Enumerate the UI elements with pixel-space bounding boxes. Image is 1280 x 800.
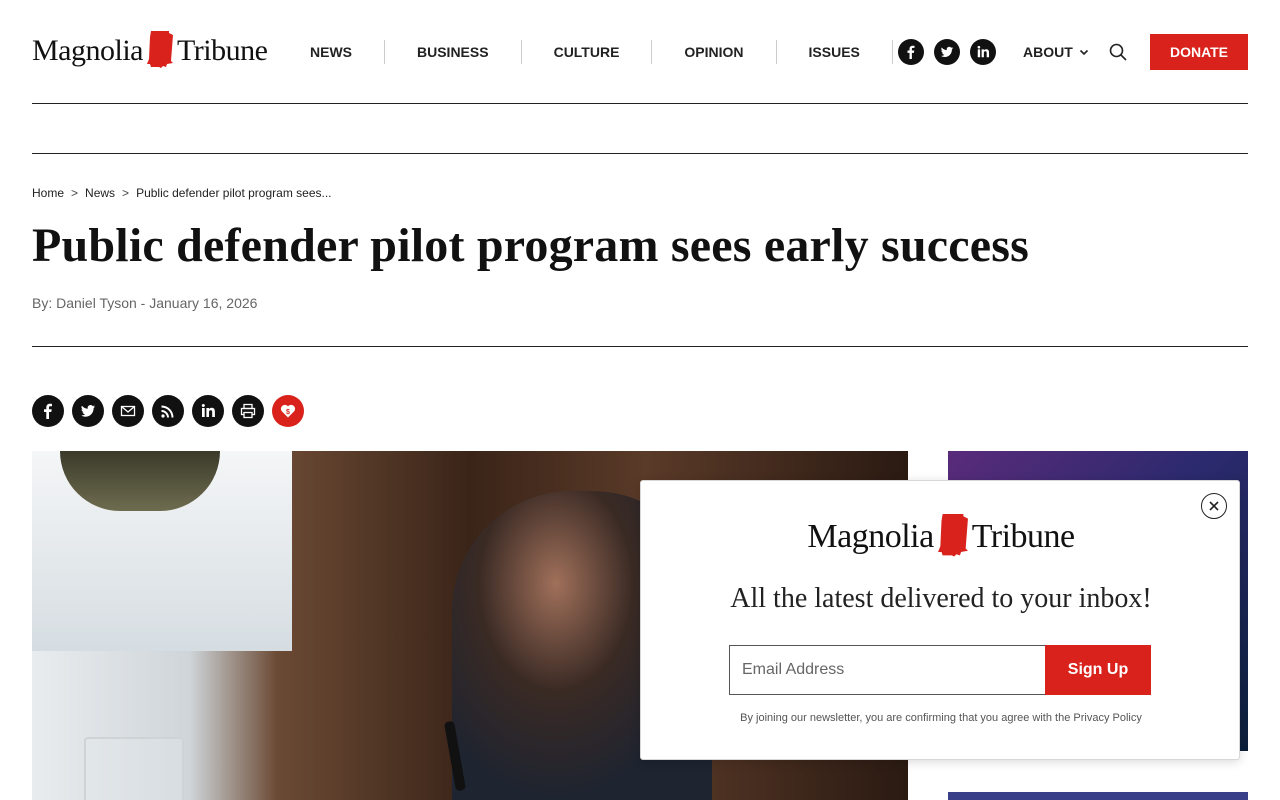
newsletter-legal-text: By joining our newsletter, you are confi…: [740, 712, 1142, 724]
site-header: Magnolia Tribune NEWS BUSINESS CULTURE O…: [32, 0, 1248, 104]
facebook-icon[interactable]: [898, 39, 924, 65]
hero-glass: [84, 737, 184, 800]
twitter-icon[interactable]: [934, 39, 960, 65]
print-icon[interactable]: [232, 395, 264, 427]
breadcrumb-separator: >: [71, 186, 79, 200]
divider: [32, 153, 1248, 154]
twitter-icon[interactable]: [72, 395, 104, 427]
linkedin-icon[interactable]: [970, 39, 996, 65]
breadcrumb-separator: >: [122, 186, 130, 200]
mississippi-state-icon: [146, 31, 173, 68]
share-bar: $: [32, 395, 304, 427]
donate-heart-icon[interactable]: $: [272, 395, 304, 427]
newsletter-modal: Magnolia Tribune All the latest delivere…: [640, 480, 1240, 760]
newsletter-logo: Magnolia Tribune: [641, 513, 1241, 561]
breadcrumb: Home > News > Public defender pilot prog…: [32, 186, 332, 200]
nav-item-opinion[interactable]: OPINION: [652, 40, 777, 64]
email-icon[interactable]: [112, 395, 144, 427]
main-nav: NEWS BUSINESS CULTURE OPINION ISSUES: [278, 40, 893, 64]
sidebar-ad-secondary[interactable]: [948, 792, 1248, 800]
logo-text-left: Magnolia: [32, 34, 143, 67]
svg-text:$: $: [286, 409, 290, 416]
about-menu[interactable]: ABOUT: [1023, 40, 1089, 64]
nav-item-culture[interactable]: CULTURE: [522, 40, 653, 64]
about-label: ABOUT: [1023, 44, 1073, 60]
site-logo[interactable]: Magnolia Tribune: [32, 30, 268, 72]
mississippi-state-icon: [937, 514, 968, 557]
breadcrumb-section[interactable]: News: [85, 186, 115, 200]
search-icon[interactable]: [1108, 42, 1128, 62]
chevron-down-icon: [1079, 49, 1088, 56]
divider: [32, 346, 1248, 347]
breadcrumb-home[interactable]: Home: [32, 186, 64, 200]
linkedin-icon[interactable]: [192, 395, 224, 427]
facebook-icon[interactable]: [32, 395, 64, 427]
logo-text-right: Tribune: [971, 518, 1075, 555]
nav-item-news[interactable]: NEWS: [278, 40, 385, 64]
rss-icon[interactable]: [152, 395, 184, 427]
donate-button[interactable]: DONATE: [1150, 34, 1248, 70]
nav-item-issues[interactable]: ISSUES: [777, 40, 893, 64]
email-field[interactable]: [729, 645, 1045, 695]
logo-text-left: Magnolia: [807, 518, 934, 555]
newsletter-form: Sign Up: [729, 645, 1151, 695]
newsletter-tagline: All the latest delivered to your inbox!: [730, 583, 1152, 614]
article-headline: Public defender pilot program sees early…: [32, 219, 1030, 272]
nav-item-business[interactable]: BUSINESS: [385, 40, 522, 64]
logo-text-right: Tribune: [176, 34, 268, 67]
close-icon: [1209, 501, 1219, 511]
breadcrumb-current: Public defender pilot program sees...: [136, 186, 332, 200]
article-byline: By: Daniel Tyson - January 16, 2026: [32, 295, 258, 311]
header-social-links: [898, 39, 996, 65]
sign-up-button[interactable]: Sign Up: [1045, 645, 1151, 695]
